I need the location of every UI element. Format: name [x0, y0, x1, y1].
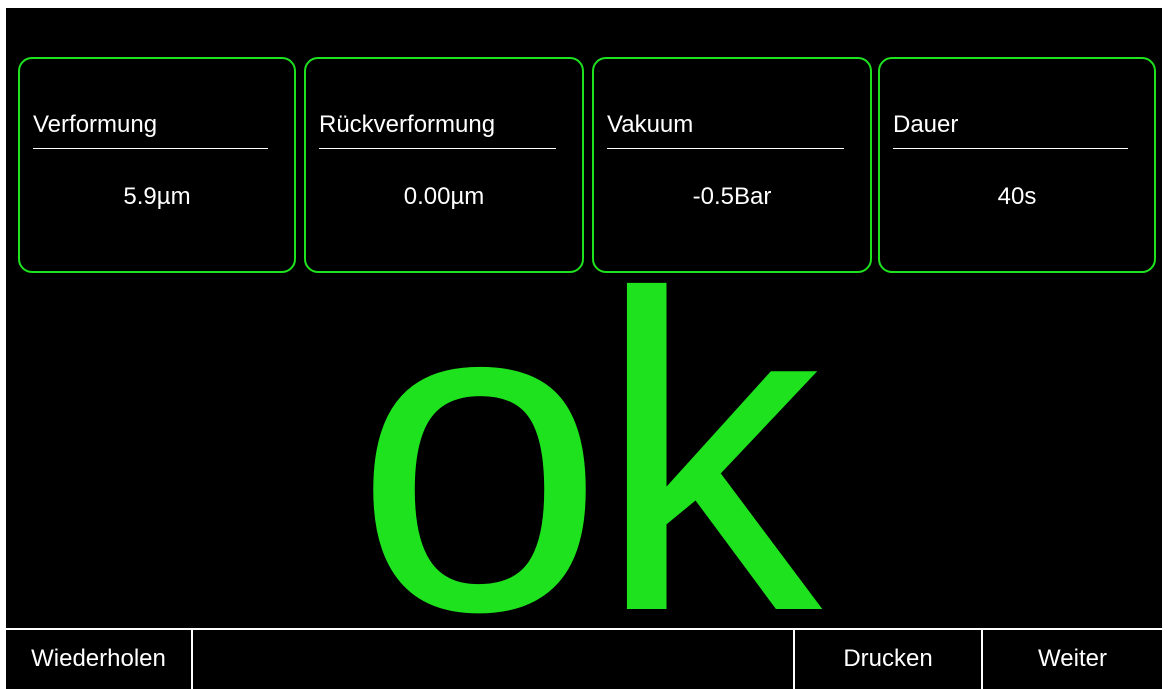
card-label: Vakuum [607, 111, 844, 149]
card-label: Rückverformung [319, 111, 556, 149]
print-button[interactable]: Drucken [795, 630, 981, 689]
repeat-button[interactable]: Wiederholen [6, 630, 191, 689]
card-label: Verformung [33, 111, 268, 149]
test-result-screen: Verformung 5.9µm Rückverformung 0.00µm V… [6, 8, 1162, 689]
bottom-button-bar: Wiederholen Drucken Weiter [6, 628, 1162, 689]
empty-button-slot [193, 630, 793, 689]
next-button[interactable]: Weiter [983, 630, 1162, 689]
card-label: Dauer [893, 111, 1128, 149]
card-value: 40s [997, 183, 1037, 210]
result-status: ok [354, 203, 821, 689]
card-value: 5.9µm [123, 183, 191, 210]
card-verformung: Verformung 5.9µm [18, 57, 296, 273]
card-dauer: Dauer 40s [878, 57, 1156, 273]
